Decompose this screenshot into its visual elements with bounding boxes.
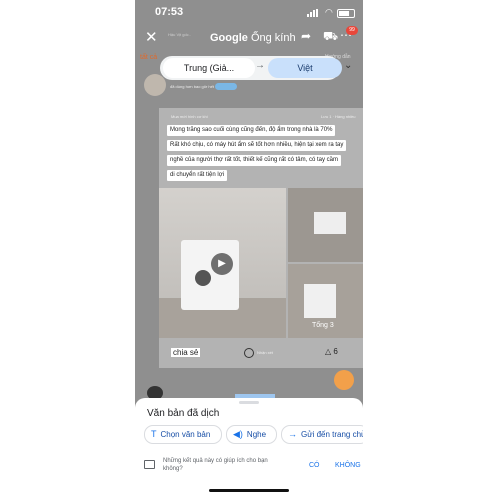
card-header-right: Lưu 1 · Hàng nhiều [321,114,356,119]
thumbnail-photo[interactable]: Tổng 3 [288,264,363,338]
status-time: 07:53 [155,6,184,18]
language-selector: Trung (Giả... → Việt ⌄ [160,56,352,80]
main-photo[interactable]: ▶ [159,188,286,338]
source-language-button[interactable]: Trung (Giả... [163,58,255,78]
user-line: đã dùng hơn bao giờ hết [170,84,214,89]
post-card: Mua mới hình cơ khí Lưu 1 · Hàng nhiều M… [159,108,363,368]
feedback-question: Những kết quả này có giúp ích cho bạn kh… [163,458,268,472]
bottom-sheet: Văn bản đã dịch T Chọn văn bản ◀) Nghe → Gử… [135,398,363,498]
brand-name: Google [210,32,248,44]
status-bar: 07:53 ◠ [135,0,363,26]
phone-screen: 07:53 ◠ ✕ Hậu Vịt gốc.. Google Ống kính … [135,0,363,498]
comment-button[interactable]: Nhận xét [244,348,273,358]
notification-badge: 99 [346,26,358,35]
comment-icon [244,348,254,358]
thumbnail-device [304,284,336,318]
send-icon: → [288,429,297,439]
title-rest: Ống kính [250,32,296,44]
battery-icon [337,9,355,18]
card-header-left: Mua mới hình cơ khí [171,114,208,119]
translated-line[interactable]: Rất khó chịu, có máy hút ẩm sẽ tốt hơn n… [167,140,347,151]
sheet-title: Văn bản đã dịch [147,408,220,419]
likes-value: 6 [333,347,338,356]
app-title: Google Ống kính [210,32,296,44]
chip-label: Chọn văn bản [160,430,211,439]
overlay-label: Hậu Vịt gốc.. [168,32,191,37]
lens-header: ✕ Hậu Vịt gốc.. Google Ống kính ➦ ⛟ ⋯ 99… [135,26,363,61]
avatar [144,74,166,96]
cart-icon[interactable]: ⛟ [323,29,338,45]
translated-line[interactable]: nghề của người thợ rất tốt, thiết kế cũn… [167,155,341,166]
tab-all[interactable]: tất cả [140,54,157,61]
target-language-button[interactable]: Việt [268,58,342,78]
select-text-button[interactable]: T Chọn văn bản [144,425,222,444]
feedback-icon [144,460,155,469]
share-button[interactable]: chia sẻ [171,348,201,357]
chip-label: Gửi đến trang chủ [301,430,363,439]
comment-label: Nhận xét [257,350,274,356]
share-icon[interactable]: ➦ [301,29,311,43]
swap-arrow-icon[interactable]: → [255,60,265,71]
floating-action-button[interactable] [334,370,354,390]
send-home-button[interactable]: → Gửi đến trang chủ [281,425,363,444]
close-icon[interactable]: ✕ [145,28,158,46]
heart-icon: △ [325,347,332,356]
thumbnail-device [314,212,346,234]
no-button[interactable]: KHÔNG [335,462,361,469]
card-footer: chia sẻ Nhận xét △ 6 [159,344,363,364]
likes-count[interactable]: △ 6 [325,347,338,356]
home-indicator[interactable] [209,489,289,492]
user-badge [215,83,237,90]
chevron-down-icon[interactable]: ⌄ [344,60,352,71]
wifi-icon: ◠ [325,7,333,17]
play-icon[interactable]: ▶ [211,253,233,275]
yes-button[interactable]: CÓ [309,462,320,469]
photo-count: Tổng 3 [312,322,334,329]
sheet-handle[interactable] [239,401,259,404]
chip-label: Nghe [246,430,267,439]
translated-text[interactable]: Mong trăng sao cuối cùng cũng đến, độ ẩm… [167,125,349,185]
translated-line[interactable]: di chuyển rất tiện lợi [167,170,227,181]
listen-button[interactable]: ◀) Nghe [226,425,277,444]
translated-line[interactable]: Mong trăng sao cuối cùng cũng đến, độ ẩm… [167,125,336,136]
speaker-icon: ◀) [233,429,243,439]
text-select-icon: T [151,429,157,439]
signal-icon [307,9,321,17]
thumbnail-photo[interactable] [288,188,363,262]
device-dial [195,270,211,286]
